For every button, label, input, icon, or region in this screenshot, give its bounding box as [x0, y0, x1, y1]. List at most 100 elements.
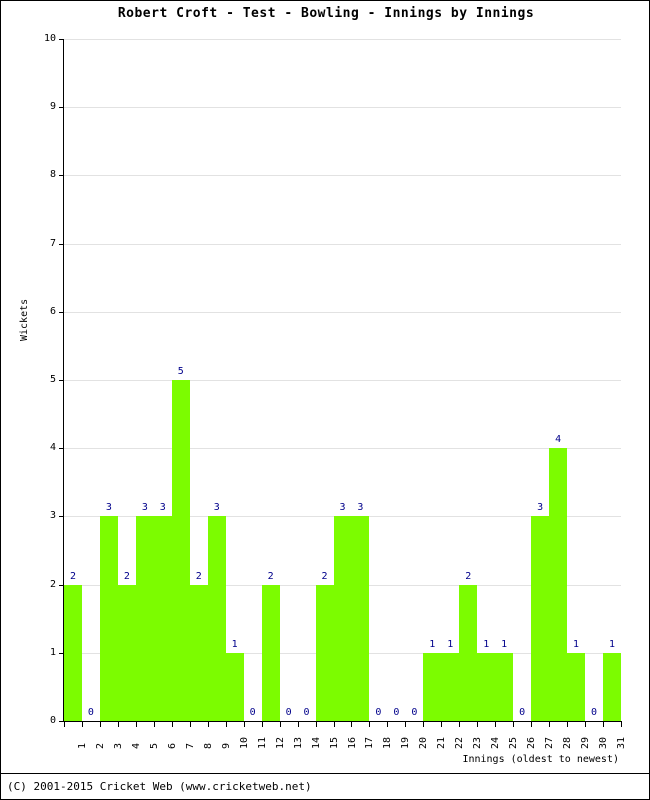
- x-tick-mark: [423, 722, 425, 727]
- x-tick-mark: [369, 722, 371, 727]
- bar: [261, 584, 280, 721]
- x-tick-mark: [405, 722, 407, 727]
- bar-value-label: 2: [195, 570, 202, 582]
- copyright-notice: (C) 2001-2015 Cricket Web (www.cricketwe…: [7, 780, 312, 793]
- bar-value-label: 0: [87, 707, 94, 718]
- x-tick-mark: [297, 722, 299, 727]
- x-tick-mark: [333, 722, 335, 727]
- x-tick-mark: [549, 722, 551, 727]
- bar: [99, 516, 118, 721]
- x-tick-label: 21: [436, 736, 448, 749]
- bar-value-label: 3: [105, 502, 112, 514]
- bar: [495, 652, 514, 721]
- bar-value-label: 2: [321, 570, 328, 582]
- x-tick-label: 3: [112, 742, 124, 749]
- gridline: [64, 243, 621, 245]
- page-title: Robert Croft - Test - Bowling - Innings …: [117, 6, 535, 21]
- x-tick-label: 4: [130, 742, 142, 749]
- bar: [171, 380, 190, 721]
- y-tick-mark: [59, 516, 64, 518]
- bar: [423, 652, 442, 721]
- x-tick-label: 31: [616, 736, 628, 749]
- x-tick-label: 19: [400, 736, 412, 749]
- bar-value-label: 2: [465, 570, 472, 582]
- bar-value-label: 0: [303, 707, 310, 718]
- bar: [207, 516, 226, 721]
- bar: [64, 584, 82, 721]
- chart-page: Robert Croft - Test - Bowling - Innings …: [0, 0, 650, 800]
- bar: [153, 516, 172, 721]
- bar-value-label: 1: [429, 638, 436, 650]
- y-tick-label: 8: [49, 169, 56, 181]
- x-tick-mark: [567, 722, 569, 727]
- x-tick-mark: [495, 722, 497, 727]
- y-tick-mark: [59, 175, 64, 177]
- plot-area: 2032335231020023300011211034101: [59, 39, 621, 722]
- gridline: [64, 39, 621, 40]
- bar: [459, 584, 478, 721]
- gridline: [64, 311, 621, 313]
- bar-value-label: 1: [447, 638, 454, 650]
- x-tick-mark: [477, 722, 479, 727]
- y-tick-label: 9: [49, 101, 56, 113]
- x-tick-mark: [64, 722, 65, 727]
- bar-value-label: 4: [555, 434, 562, 446]
- x-tick-mark: [531, 722, 533, 727]
- footer-divider: [1, 773, 649, 774]
- x-tick-label: 25: [508, 736, 520, 749]
- y-tick-mark: [59, 448, 64, 450]
- y-tick-label: 7: [49, 237, 56, 249]
- x-tick-label: 22: [454, 736, 466, 749]
- y-tick-label: 4: [49, 442, 56, 454]
- x-tick-label: 26: [526, 736, 538, 749]
- bar-value-label: 1: [501, 638, 508, 650]
- bar: [333, 516, 352, 721]
- gridline: [64, 107, 621, 109]
- x-tick-mark: [243, 722, 245, 727]
- bar: [441, 652, 460, 721]
- bar-value-label: 1: [231, 638, 238, 650]
- x-tick-label: 12: [274, 736, 286, 749]
- x-tick-label: 10: [238, 736, 250, 749]
- x-tick-label: 2: [94, 742, 106, 749]
- y-tick-mark: [59, 380, 64, 381]
- bar-value-label: 0: [375, 707, 382, 718]
- bar-value-label: 3: [213, 502, 220, 514]
- y-tick-label: 10: [43, 33, 56, 44]
- bar-value-label: 0: [411, 707, 418, 718]
- x-tick-mark: [279, 722, 281, 727]
- bar: [549, 448, 568, 721]
- x-tick-mark: [315, 722, 317, 727]
- x-axis-title: Innings (oldest to newest): [462, 754, 619, 765]
- y-tick-label: 1: [49, 646, 56, 658]
- x-tick-label: 28: [562, 736, 574, 749]
- x-tick-mark: [153, 722, 155, 727]
- bar: [531, 516, 550, 721]
- bar-value-label: 1: [483, 638, 490, 650]
- x-tick-mark: [99, 722, 101, 727]
- x-tick-mark: [207, 722, 209, 727]
- bar: [567, 652, 586, 721]
- x-tick-mark: [459, 722, 461, 727]
- x-tick-mark: [81, 722, 83, 727]
- bar-value-label: 1: [573, 638, 580, 650]
- x-tick-mark: [441, 722, 443, 727]
- x-tick-label: 17: [364, 736, 376, 749]
- x-tick-label: 8: [202, 742, 214, 749]
- x-tick-label: 16: [346, 736, 358, 749]
- bar: [135, 516, 154, 721]
- x-tick-mark: [135, 722, 137, 727]
- x-axis-line: [63, 721, 622, 722]
- y-tick-label: 3: [49, 510, 56, 522]
- y-tick-mark: [59, 39, 64, 40]
- x-tick-label: 15: [328, 736, 340, 749]
- y-tick-label: 2: [49, 578, 56, 590]
- bar-value-label: 3: [339, 502, 346, 514]
- x-tick-label: 9: [220, 742, 232, 749]
- bar: [351, 516, 370, 721]
- x-tick-label: 7: [184, 742, 196, 749]
- x-tick-mark: [603, 722, 605, 727]
- bar-value-label: 3: [141, 502, 148, 514]
- bar: [315, 584, 334, 721]
- gridline: [64, 380, 621, 381]
